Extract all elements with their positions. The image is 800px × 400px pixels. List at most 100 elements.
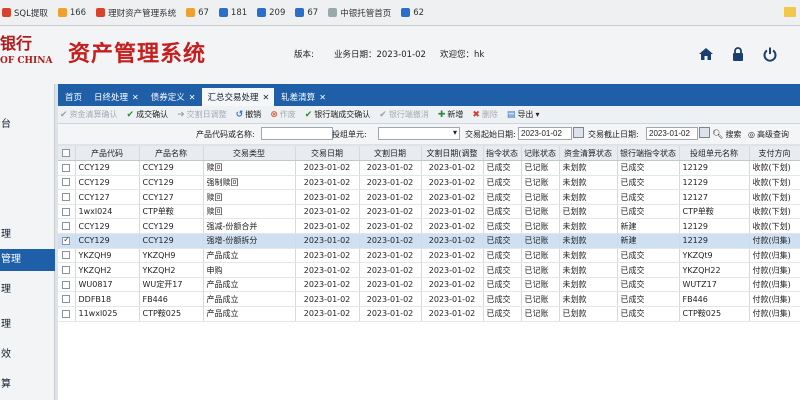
toolbar-button[interactable]: ⊗ 作废 bbox=[270, 109, 296, 120]
table-cell: 已成交 bbox=[617, 277, 680, 293]
sidebar-item[interactable]: 理 bbox=[0, 279, 55, 301]
table-row[interactable]: CCY129 CCY129 强制赎回 2023-01-02 2023-01-02 2023… bbox=[58, 175, 800, 191]
table-row[interactable]: YKZQH9 YKZQH9 产品成立 2023-01-02 2023-01-02 2023… bbox=[58, 248, 800, 264]
table-row[interactable]: WU0817 WU定开17 产品成立 2023-01-02 2023-01-02 2023… bbox=[58, 277, 800, 293]
table-cell: 已成交 bbox=[617, 262, 680, 278]
close-icon[interactable]: ✕ bbox=[262, 93, 269, 102]
toolbar-button[interactable]: ✖ 删除 bbox=[472, 109, 498, 120]
table-row[interactable]: 11wxl025 CTP鞍025 产品成立 2023-01-02 2023-01-02 2… bbox=[58, 306, 800, 322]
product-filter-input[interactable] bbox=[261, 127, 333, 140]
end-date-input[interactable] bbox=[646, 127, 698, 140]
column-header[interactable]: 指令状态 bbox=[483, 146, 522, 162]
column-header[interactable]: 资金清算状态 bbox=[559, 146, 618, 162]
row-checkbox[interactable] bbox=[62, 280, 71, 289]
row-checkbox[interactable] bbox=[62, 235, 71, 245]
toolbar-button[interactable]: ✔ 银行端撤消 bbox=[379, 109, 429, 120]
start-date-input[interactable] bbox=[518, 127, 572, 140]
calendar-icon[interactable] bbox=[699, 127, 710, 138]
column-header[interactable]: 投组单元名称 bbox=[679, 146, 750, 162]
row-checkbox[interactable] bbox=[62, 309, 71, 318]
toolbar-button[interactable]: ✔ 资金清算确认 bbox=[60, 109, 118, 120]
select-all-checkbox[interactable] bbox=[62, 149, 71, 158]
advanced-search-button[interactable]: ◎ 高级查询 bbox=[748, 129, 789, 140]
unit-filter-select[interactable]: ▾ bbox=[378, 127, 460, 140]
sidebar-item[interactable]: 理 bbox=[0, 224, 55, 246]
sidebar-item[interactable] bbox=[0, 194, 55, 216]
sidebar-item[interactable]: 算 bbox=[0, 374, 55, 396]
bookmark-item[interactable]: 理财资产管理系统 bbox=[96, 7, 176, 19]
row-checkbox[interactable] bbox=[62, 178, 71, 187]
table-cell: 未划款 bbox=[559, 233, 618, 249]
bookmark-item[interactable]: 67 bbox=[295, 8, 318, 18]
toolbar-button[interactable]: ✔ 银行端成交确认 bbox=[305, 109, 371, 120]
bookmark-item[interactable]: 209 bbox=[257, 8, 285, 18]
cancel-icon: ⊗ bbox=[270, 109, 278, 120]
lock-icon[interactable] bbox=[730, 46, 746, 62]
sidebar-item[interactable]: 效 bbox=[0, 344, 55, 366]
bookmark-item[interactable]: SQL提取 bbox=[2, 7, 48, 19]
column-header[interactable]: 银行端指令状态 bbox=[617, 146, 680, 162]
table-row[interactable]: CCY129 CCY129 强减-份额合并 2023-01-02 2023-01-02 2… bbox=[58, 218, 800, 235]
calendar-icon[interactable] bbox=[573, 127, 584, 138]
tab-item[interactable]: 首页 bbox=[60, 88, 87, 106]
row-checkbox[interactable] bbox=[62, 295, 71, 304]
table-row[interactable]: DDFB18 FB446 产品成立 2023-01-02 2023-01-02 2023-… bbox=[58, 291, 800, 308]
power-icon[interactable] bbox=[762, 46, 778, 62]
bookmark-item[interactable]: 181 bbox=[218, 8, 247, 18]
search-button[interactable]: 🔍︎ 搜索 bbox=[712, 129, 741, 140]
table-row[interactable]: CCY129CCY129强增-份额拆分2023-01-022023-01-022… bbox=[58, 233, 800, 249]
table-row[interactable]: 1wxl024 CTP单鞍 赎回 2023-01-02 2023-01-02 2023-0… bbox=[58, 204, 800, 220]
table-row[interactable]: CCY127 CCY127 赎回 2023-01-02 2023-01-02 2023-0… bbox=[58, 189, 800, 205]
row-checkbox[interactable] bbox=[62, 222, 71, 231]
table-cell: 未划款 bbox=[559, 160, 618, 176]
column-header[interactable]: 记账状态 bbox=[521, 146, 560, 162]
sidebar-item[interactable]: 管理 bbox=[0, 249, 55, 271]
column-header[interactable]: 支付方向 bbox=[749, 146, 800, 162]
column-header[interactable]: 文割日期(调整 bbox=[421, 146, 484, 162]
table-cell: 产品成立 bbox=[203, 291, 296, 308]
column-header[interactable]: 交易类型 bbox=[203, 146, 296, 162]
close-icon[interactable]: ✕ bbox=[189, 93, 196, 102]
table-cell: YKZQH2 bbox=[139, 262, 204, 278]
row-checkbox[interactable] bbox=[62, 163, 71, 172]
close-icon[interactable]: ✕ bbox=[132, 93, 139, 102]
table-cell: 2023-01-02 bbox=[421, 291, 484, 308]
row-checkbox[interactable] bbox=[62, 193, 71, 202]
bank-logo-text: 银行 bbox=[0, 34, 33, 53]
tab-item[interactable]: 债券定义 ✕ bbox=[146, 88, 201, 106]
toolbar-button[interactable]: ✔ 成交确认 bbox=[127, 109, 169, 120]
chevron-down-icon[interactable]: ▾ bbox=[535, 110, 539, 119]
bookmark-item[interactable]: 62 bbox=[401, 8, 424, 18]
tab-item[interactable]: 轧差清算 ✕ bbox=[276, 88, 331, 106]
folder-icon[interactable] bbox=[784, 7, 796, 17]
toolbar-button[interactable]: ↺ 撤销 bbox=[236, 109, 262, 120]
column-header[interactable]: 产品名称 bbox=[139, 146, 204, 162]
sidebar-item[interactable]: 理 bbox=[0, 314, 55, 336]
column-header[interactable]: 产品代码 bbox=[75, 146, 140, 162]
sidebar-item[interactable] bbox=[0, 164, 55, 186]
table-row[interactable]: YKZQH2 YKZQH2 申购 2023-01-02 2023-01-02 2023-0… bbox=[58, 262, 800, 278]
advanced-search-label: 高级查询 bbox=[756, 130, 789, 139]
row-checkbox[interactable] bbox=[62, 266, 71, 275]
row-checkbox[interactable] bbox=[62, 251, 71, 260]
home-icon[interactable] bbox=[698, 46, 714, 62]
bookmark-item[interactable]: 67 bbox=[186, 8, 209, 18]
column-header[interactable]: 文割日期 bbox=[359, 146, 422, 162]
product-filter-label: 产品代码或名称: bbox=[196, 130, 255, 139]
bookmark-item[interactable]: 166 bbox=[57, 8, 86, 18]
row-checkbox[interactable] bbox=[62, 207, 71, 216]
close-icon[interactable]: ✕ bbox=[319, 93, 326, 102]
toolbar-button[interactable]: ➜ 交割日调整 bbox=[177, 109, 227, 120]
toolbar-button[interactable]: ▤ 导出 ▾ bbox=[507, 109, 540, 120]
table-cell: 已成交 bbox=[483, 248, 522, 264]
bookmark-icon bbox=[218, 8, 228, 17]
tab-item[interactable]: 日终处理 ✕ bbox=[89, 88, 144, 106]
table-row[interactable]: CCY129 CCY129 赎回 2023-01-02 2023-01-02 2023-0… bbox=[58, 160, 800, 176]
table-cell: 赎回 bbox=[203, 160, 296, 176]
column-header[interactable]: 交易日期 bbox=[295, 146, 360, 162]
bookmark-item[interactable]: 中银托管首页 bbox=[328, 7, 391, 19]
toolbar-button[interactable]: ✚ 新增 bbox=[438, 109, 464, 120]
sidebar-item[interactable]: 台 bbox=[0, 114, 55, 136]
tab-label: 债券定义 bbox=[150, 93, 185, 103]
tab-item[interactable]: 汇总交易处理 ✕ bbox=[202, 88, 275, 106]
